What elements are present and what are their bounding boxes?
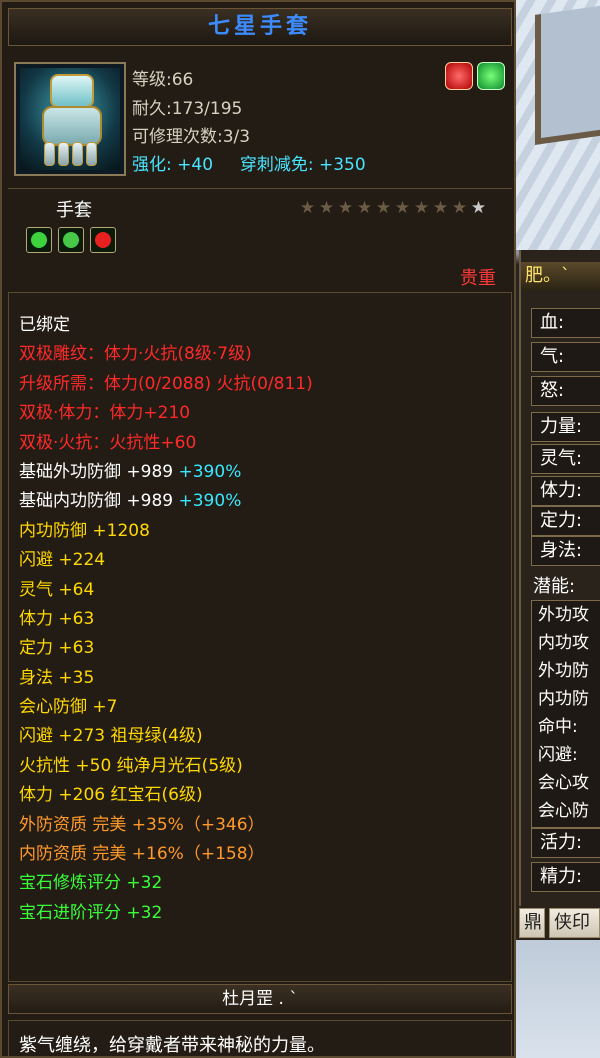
- item-name: 七星手套: [8, 8, 512, 46]
- stat-rage: 怒:: [531, 376, 600, 406]
- stat-qi: 气:: [531, 342, 600, 372]
- attribute-line: 会心防御 +7: [19, 697, 118, 718]
- tab-ding[interactable]: 鼎: [519, 908, 545, 938]
- score-line: 宝石进阶评分 +32: [19, 902, 163, 923]
- upgrade-requirement: 升级所需：体力(0/2088) 火抗(0/811): [19, 373, 313, 394]
- stat-vitality: 活力:: [531, 828, 600, 858]
- combat-stats-list: 外功攻 内功攻 外功防 内功防 命中: 闪避: 会心攻 会心防: [531, 600, 600, 828]
- list-item: 会心攻: [538, 773, 589, 793]
- item-owner: 杜月罡 . `: [8, 984, 512, 1014]
- stat-strength: 力量:: [531, 412, 600, 442]
- dual-carve: 双极雕纹：体力·火抗(8级·7级): [19, 344, 252, 365]
- item-level: 等级:66: [132, 70, 194, 90]
- attribute-line: 身法 +35: [19, 667, 95, 688]
- quality-line: 外防资质 完美 +35%（+346）: [19, 814, 265, 835]
- item-enhance: 强化: +40 穿刺减免: +350: [132, 150, 366, 175]
- gem-attribute-line: 体力 +206 红宝石(6级): [19, 785, 203, 806]
- star-icon: ★: [470, 198, 487, 218]
- precious-tag: 贵重: [460, 268, 496, 289]
- star-icon: ★: [337, 198, 354, 218]
- item-durability: 耐久:173/195: [132, 99, 243, 119]
- bound-status: 已绑定: [19, 315, 70, 335]
- red-gem-icon: [90, 227, 116, 253]
- stat-spirit: 灵气:: [531, 444, 600, 474]
- item-icon-frame: [14, 62, 126, 176]
- green-gem-icon: [26, 227, 52, 253]
- panel-tabs: 鼎 侠印: [519, 906, 600, 940]
- snow-ground: [515, 940, 600, 1058]
- dual-fire-resist: 双极·火抗：火抗性+60: [19, 432, 197, 453]
- list-item: 会心防: [538, 801, 589, 821]
- attribute-list: 已绑定 双极雕纹：体力·火抗(8级·7级) 升级所需：体力(0/2088) 火抗…: [8, 292, 512, 982]
- stat-energy: 精力:: [531, 862, 600, 892]
- attribute-line: 定力 +63: [19, 638, 95, 659]
- attribute-line: 灵气 +64: [19, 579, 95, 600]
- star-icon: ★: [432, 198, 449, 218]
- base-external-defense: 基础外功防御 +989 +390%: [19, 461, 242, 482]
- item-tooltip: 七星手套 等级:66 耐久:173/195 可修理次数:3/3 强化: +40 …: [0, 0, 516, 1058]
- list-item: 内功防: [538, 689, 589, 709]
- stat-hp: 血:: [531, 308, 600, 338]
- star-icon: ★: [375, 198, 392, 218]
- gem-attribute-line: 火抗性 +50 纯净月光石(5级): [19, 755, 243, 776]
- gem-attribute-line: 闪避 +273 祖母绿(4级): [19, 726, 203, 747]
- enhance-label: 强化:: [132, 155, 172, 175]
- star-icon: ★: [413, 198, 430, 218]
- item-repair-count: 可修理次数:3/3: [132, 127, 251, 147]
- enhance-value: +40: [177, 155, 214, 175]
- green-gem-icon: [58, 227, 84, 253]
- list-item: 命中:: [538, 717, 578, 737]
- character-name-strip: 肥。`: [521, 262, 600, 290]
- character-panel: 肥。` 血: 气: 怒: 力量: 灵气: 体力: 定力: 身法: 潜能: 外功攻…: [519, 250, 600, 940]
- score-line: 宝石修炼评分 +32: [19, 873, 163, 894]
- glove-icon: [20, 68, 120, 170]
- pierce-value: +350: [318, 155, 366, 175]
- item-slot-type: 手套: [56, 200, 92, 221]
- star-rating: ★ ★ ★ ★ ★ ★ ★ ★ ★ ★: [298, 198, 488, 218]
- list-item: 外功防: [538, 661, 589, 681]
- star-icon: ★: [356, 198, 373, 218]
- building-roof: [535, 5, 600, 145]
- pierce-label: 穿刺减免:: [239, 155, 314, 175]
- quality-line: 内防资质 完美 +16%（+158）: [19, 844, 265, 865]
- star-icon: ★: [394, 198, 411, 218]
- potential-label: 潜能:: [533, 576, 576, 597]
- tab-xiayin[interactable]: 侠印: [549, 908, 600, 938]
- star-icon: ★: [299, 198, 316, 218]
- star-icon: ★: [318, 198, 335, 218]
- star-icon: ★: [451, 198, 468, 218]
- dual-stamina: 双极·体力：体力+210: [19, 403, 191, 424]
- jade-element-icon: [477, 62, 505, 90]
- attribute-line: 内功防御 +1208: [19, 520, 150, 541]
- list-item: 闪避:: [538, 745, 578, 765]
- base-internal-defense: 基础内功防御 +989 +390%: [19, 491, 242, 512]
- list-item: 外功攻: [538, 605, 589, 625]
- attribute-line: 闪避 +224: [19, 550, 106, 571]
- stat-stamina: 体力:: [531, 476, 600, 506]
- attribute-line: 体力 +63: [19, 608, 95, 629]
- item-flavor-text: 紫气缠绕，给穿戴者带来神秘的力量。: [8, 1020, 512, 1058]
- stat-agility: 身法:: [531, 536, 600, 566]
- list-item: 内功攻: [538, 633, 589, 653]
- fire-element-icon: [445, 62, 473, 90]
- stat-focus: 定力:: [531, 506, 600, 536]
